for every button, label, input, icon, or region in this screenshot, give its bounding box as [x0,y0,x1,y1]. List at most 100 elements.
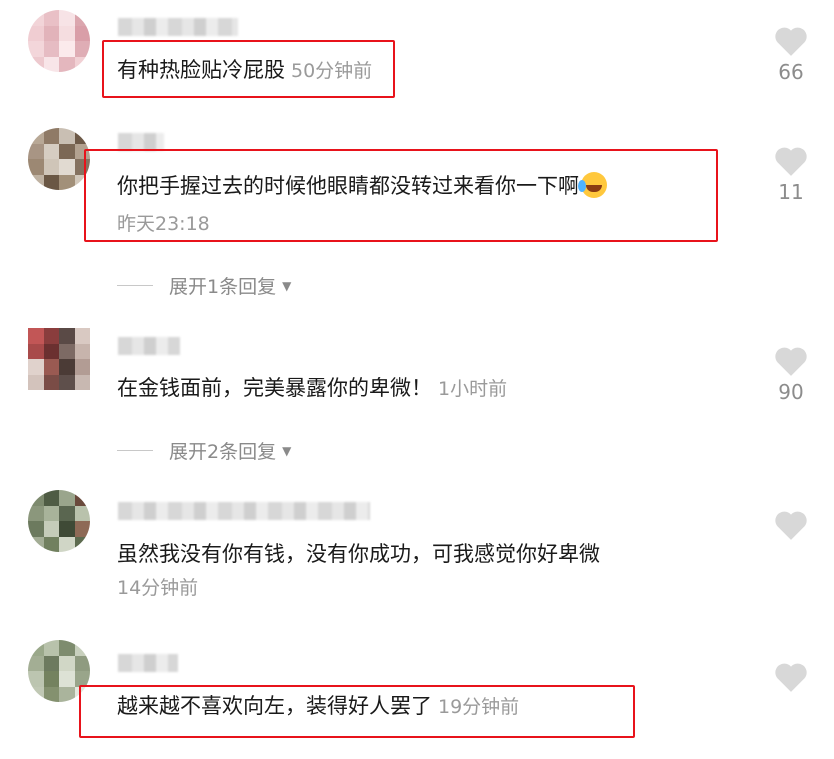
highlight-box [102,40,395,98]
avatar-pixel [28,328,44,344]
comment-text[interactable]: 虽然我没有你有钱，没有你成功，可我感觉你好卑微 [117,540,600,568]
avatar-pixel [59,671,75,687]
divider-dash [117,450,153,451]
avatar-pixel [59,521,75,537]
avatar[interactable] [28,328,90,390]
heart-icon [775,347,807,376]
avatar-pixel [59,41,75,57]
avatar-pixel [28,343,44,359]
avatar-pixel [28,686,44,702]
avatar-pixel [43,640,59,656]
username-blurred[interactable] [118,18,238,36]
avatar-pixel [59,359,75,375]
avatar-pixel [59,655,75,671]
avatar-pixel [59,505,75,521]
avatar-pixel [74,56,90,72]
avatar-pixel [74,10,90,26]
highlight-box [84,149,718,242]
avatar-pixel [59,490,75,506]
username-blurred[interactable] [118,337,180,355]
avatar-pixel [59,374,75,390]
avatar-pixel [74,505,90,521]
heart-icon [775,663,807,692]
avatar-pixel [59,25,75,41]
expand-replies-button[interactable]: 展开2条回复 ▼ [117,437,291,464]
avatar-pixel [28,490,44,506]
avatar-pixel [59,159,75,175]
expand-label: 展开2条回复 [169,441,277,463]
caret-down-icon: ▼ [282,278,292,293]
avatar-pixel [59,143,75,159]
avatar-pixel [59,10,75,26]
caret-down-icon: ▼ [282,443,292,458]
comment-text[interactable]: 在金钱面前，完美暴露你的卑微！ 1小时前 [117,374,507,403]
avatar-pixel [74,128,90,144]
avatar-pixel [43,505,59,521]
avatar-pixel [43,174,59,190]
username-blurred[interactable] [118,502,370,520]
avatar-pixel [74,536,90,552]
expand-label: 展开1条回复 [169,276,277,298]
like-button[interactable]: 66 [772,26,810,84]
avatar-pixel [28,25,44,41]
avatar-pixel [43,41,59,57]
avatar-pixel [28,10,44,26]
avatar-pixel [74,25,90,41]
like-button[interactable]: 11 [772,146,810,204]
avatar-pixel [59,128,75,144]
avatar-pixel [43,536,59,552]
avatar-pixel [28,640,44,656]
avatar[interactable] [28,490,90,552]
like-button[interactable]: 90 [772,346,810,404]
avatar-pixel [43,655,59,671]
avatar-pixel [28,128,44,144]
like-button[interactable] [772,510,810,540]
avatar-pixel [59,328,75,344]
avatar-pixel [59,686,75,702]
avatar-pixel [28,671,44,687]
avatar[interactable] [28,10,90,72]
like-count: 66 [778,60,804,84]
avatar-pixel [74,328,90,344]
avatar-pixel [28,655,44,671]
like-count: 11 [778,180,804,204]
highlight-box [79,685,635,738]
avatar-pixel [43,143,59,159]
avatar-pixel [74,41,90,57]
comment-time: 1小时前 [438,378,508,400]
avatar-pixel [43,490,59,506]
avatar-pixel [28,536,44,552]
avatar-pixel [74,655,90,671]
avatar-pixel [43,128,59,144]
avatar-pixel [28,41,44,57]
avatar-pixel [43,343,59,359]
avatar-pixel [43,56,59,72]
avatar-pixel [74,343,90,359]
like-button[interactable] [772,662,810,692]
avatar-pixel [43,159,59,175]
avatar-pixel [28,159,44,175]
like-count: 90 [778,380,804,404]
username-blurred[interactable] [118,654,178,672]
avatar-pixel [74,640,90,656]
avatar-pixel [74,521,90,537]
avatar-pixel [28,521,44,537]
avatar-pixel [28,174,44,190]
avatar-pixel [59,536,75,552]
avatar-pixel [59,56,75,72]
avatar[interactable] [28,128,90,190]
avatar-pixel [74,490,90,506]
avatar-pixel [59,343,75,359]
avatar-pixel [74,374,90,390]
avatar-pixel [28,56,44,72]
avatar-pixel [59,174,75,190]
avatar-pixel [28,374,44,390]
comment-time: 14分钟前 [117,577,199,599]
avatar-pixel [43,686,59,702]
heart-icon [775,147,807,176]
heart-icon [775,27,807,56]
heart-icon [775,511,807,540]
avatar-pixel [74,359,90,375]
expand-replies-button[interactable]: 展开1条回复 ▼ [117,272,291,299]
avatar-pixel [28,505,44,521]
